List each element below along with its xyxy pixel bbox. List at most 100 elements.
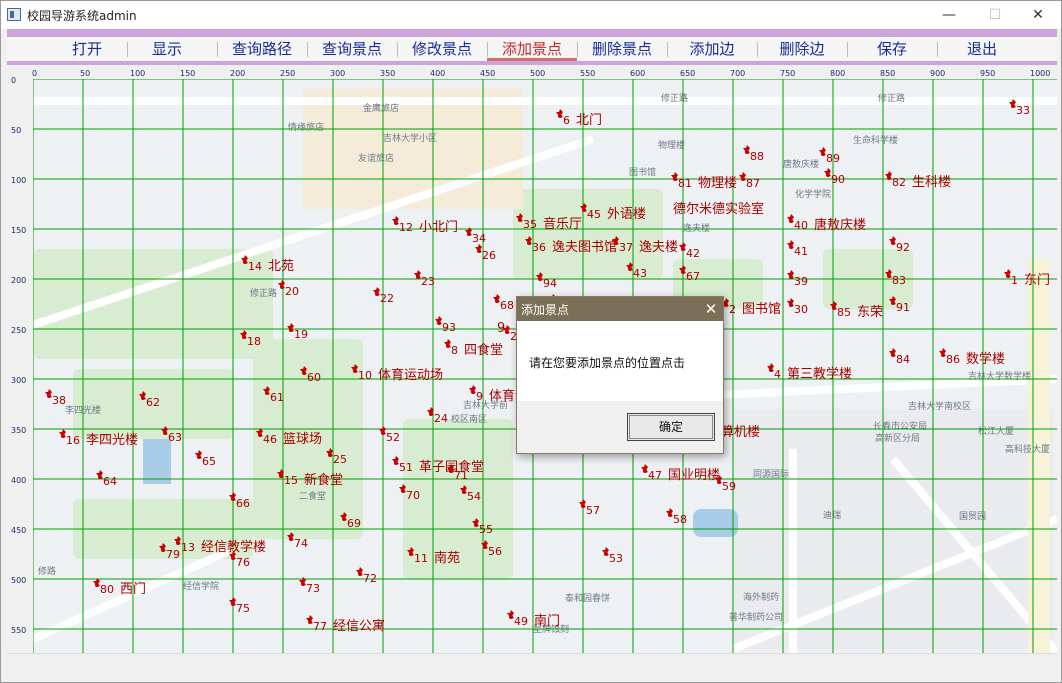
y-tick-label: 300 [11, 376, 26, 385]
x-tick-label: 200 [230, 69, 245, 78]
node-dot [163, 431, 167, 435]
node-id: 92 [896, 241, 910, 254]
node-id: 37 [619, 241, 633, 254]
node-id: 11 [414, 552, 428, 565]
toolbar-item[interactable]: 查询景点 [307, 37, 397, 61]
node-id: 2 [729, 303, 736, 316]
toolbar-separator [487, 42, 488, 57]
toolbar-item[interactable]: 查询路径 [217, 37, 307, 61]
node-dot [741, 177, 745, 181]
toolbar-item[interactable]: 退出 [937, 37, 1027, 61]
toolbar-item[interactable]: 保存 [847, 37, 937, 61]
x-tick-label: 250 [280, 69, 295, 78]
node-id: 69 [347, 517, 361, 530]
node-name: 外语楼 [607, 207, 646, 222]
x-tick-label: 700 [730, 69, 745, 78]
toolbar-item[interactable]: 删除景点 [577, 37, 667, 61]
map-label: 金鹰旅店 [363, 102, 399, 114]
node-id: 36 [532, 241, 546, 254]
node-dot [176, 541, 180, 545]
toolbar-item[interactable]: 显示 [127, 37, 207, 61]
node-id: 62 [146, 396, 160, 409]
map-label: 长春市公安局 [873, 420, 927, 432]
node-id: 67 [686, 270, 700, 283]
node-dot [789, 275, 793, 279]
node-dot [141, 396, 145, 400]
dialog-title: 添加景点 [521, 303, 570, 317]
app-icon [7, 8, 21, 21]
toolbar-item[interactable]: 修改景点 [397, 37, 487, 61]
y-tick-label: 550 [11, 626, 26, 635]
node-dot [887, 176, 891, 180]
node-dot [604, 552, 608, 556]
toolbar-item[interactable]: 添加边 [667, 37, 757, 61]
map-label: 普华制药公司 [729, 611, 783, 623]
x-tick-label: 500 [530, 69, 545, 78]
node-dot [429, 412, 433, 416]
node-dot [483, 545, 487, 549]
node-id: 55 [479, 523, 493, 536]
node-id: 23 [421, 275, 435, 288]
app-window: 校园导游系统admin — ☐ ✕ 打开 显示 查询路径 查询景点 修改景点 添加景点 删除… [0, 0, 1062, 683]
node-id: 88 [750, 150, 764, 163]
node-dot [614, 241, 618, 245]
node-id: 68 [500, 299, 514, 312]
node-id: 38 [52, 394, 66, 407]
node-id: 13 [181, 541, 195, 554]
node-id: 56 [488, 545, 502, 558]
map-label: 迪瑞 [823, 509, 841, 521]
node-id: 91 [896, 301, 910, 314]
node-id: 73 [306, 582, 320, 595]
ok-button[interactable]: 确定 [627, 413, 715, 441]
status-bar [7, 653, 1057, 680]
close-icon: ✕ [1032, 7, 1044, 23]
y-tick-label: 250 [11, 326, 26, 335]
node-id: 47 [648, 469, 662, 482]
maximize-icon: ☐ [988, 7, 1002, 23]
map-label: 友谊旅店 [358, 152, 394, 164]
node-name: 南门 [534, 613, 560, 629]
node-dot [518, 218, 522, 222]
node-name: 东荣 [857, 305, 883, 320]
x-tick-label: 750 [780, 69, 795, 78]
node-id: 94 [543, 277, 557, 290]
node-id: 72 [363, 572, 377, 585]
node-dot [789, 303, 793, 307]
toolbar-item[interactable]: 打开 [37, 37, 137, 61]
node-dot [409, 552, 413, 556]
close-button[interactable]: ✕ [1015, 1, 1061, 29]
map-label: 泰和园春饼 [565, 592, 610, 604]
dialog-title-bar: 添加景点 ✕ [517, 297, 723, 321]
x-tick-label: 0 [32, 69, 37, 78]
node-name: 图书馆 [742, 302, 781, 317]
dialog-footer: 确定 [517, 401, 723, 453]
toolbar-item[interactable]: 添加景点 [487, 37, 577, 61]
y-tick-label: 0 [11, 76, 16, 85]
toolbar-separator [847, 42, 848, 57]
water-pond [693, 509, 738, 537]
node-dot [308, 620, 312, 624]
minimize-button[interactable]: — [926, 1, 972, 29]
map-label: 海外制药 [743, 591, 779, 603]
map-label: 修路 [38, 565, 56, 577]
node-id: 26 [482, 249, 496, 262]
x-tick-label: 900 [930, 69, 945, 78]
node-dot [301, 582, 305, 586]
toolbar-separator [217, 42, 218, 57]
map-label: 同源国际 [753, 469, 789, 480]
map-label: 逸夫楼 [683, 222, 710, 234]
x-tick-label: 1000 [1030, 69, 1050, 78]
node-dot [394, 221, 398, 225]
node-dot [826, 173, 830, 177]
node-dot [474, 523, 478, 527]
node-dot [279, 474, 283, 478]
node-dot [381, 431, 385, 435]
minimize-icon: — [942, 7, 956, 23]
map-label: 生命科学楼 [853, 134, 898, 146]
maximize-button[interactable]: ☐ [972, 1, 1018, 29]
toolbar-item[interactable]: 删除边 [757, 37, 847, 61]
node-dot [681, 247, 685, 251]
node-name: 体育运动场 [378, 367, 443, 383]
dialog-close-button[interactable]: ✕ [701, 299, 721, 319]
node-name: 西门 [120, 582, 146, 597]
